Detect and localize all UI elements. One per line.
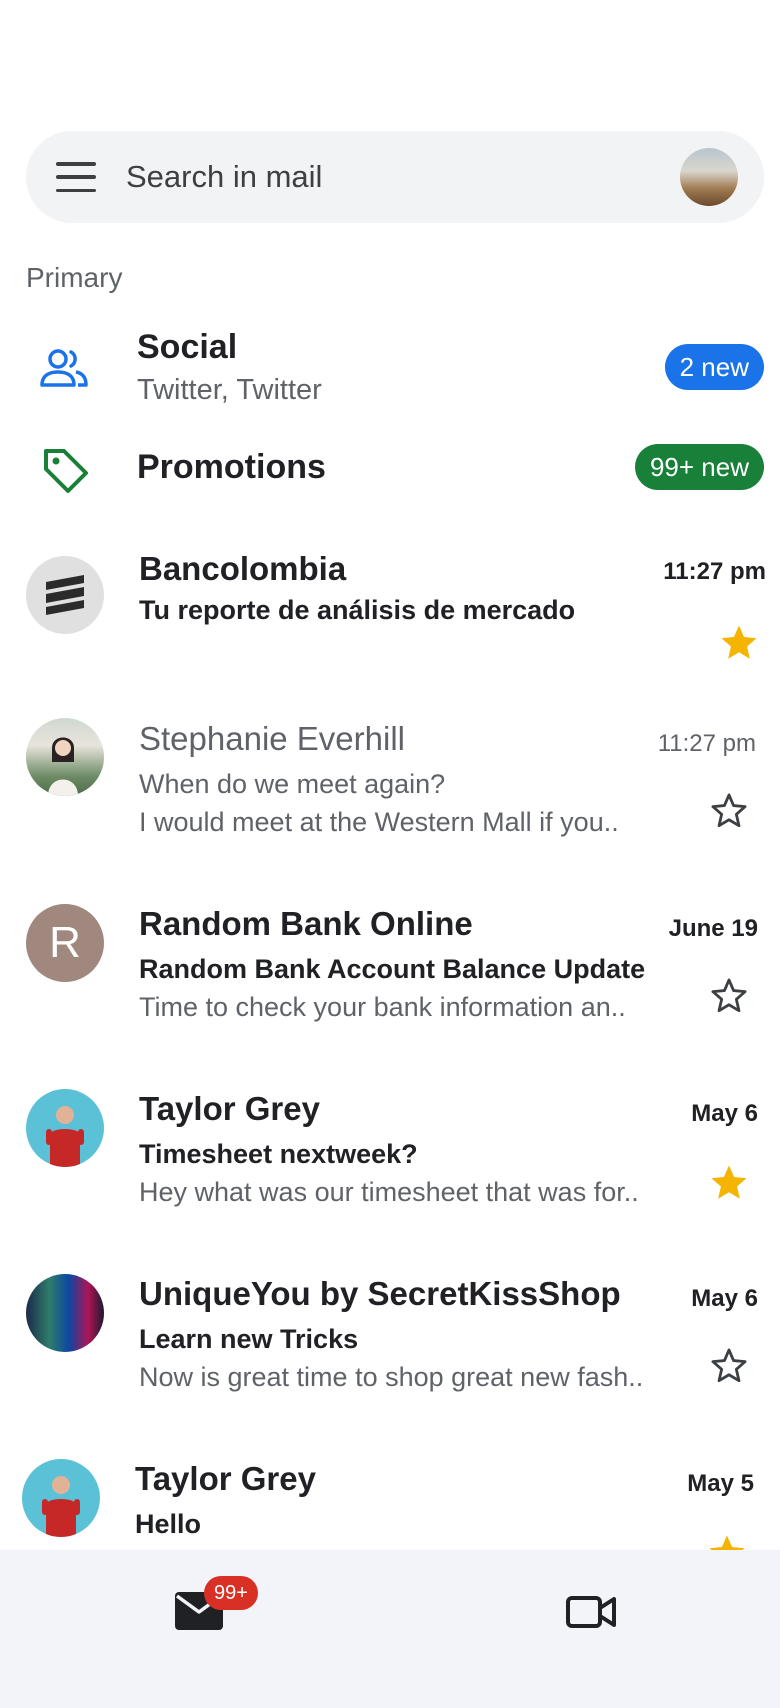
sender-name: Taylor Grey <box>135 1460 316 1497</box>
star-outline-icon[interactable] <box>708 790 750 832</box>
search-input[interactable]: Search in mail <box>126 159 680 195</box>
category-title: Promotions <box>137 448 326 486</box>
mail-subject: Learn new Tricks <box>139 1324 359 1354</box>
sender-name: Stephanie Everhill <box>139 720 405 757</box>
sender-avatar <box>26 1089 104 1167</box>
video-camera-icon[interactable] <box>565 1590 617 1632</box>
mail-subject: Hello <box>135 1509 202 1539</box>
mail-list-item[interactable]: Bancolombia 11:27 pm Tu reporte de análi… <box>0 540 780 725</box>
sender-name: Random Bank Online <box>139 905 473 942</box>
category-promotions[interactable]: Promotions 99+ new <box>0 440 780 500</box>
star-outline-icon[interactable] <box>708 975 750 1017</box>
mail-list-item[interactable]: Stephanie Everhill 11:27 pm When do we m… <box>0 712 780 897</box>
star-outline-icon[interactable] <box>708 1345 750 1387</box>
sender-avatar <box>22 1459 100 1537</box>
mail-snippet: Now is great time to shop great new fash… <box>139 1362 644 1392</box>
category-title: Social <box>137 328 238 366</box>
mail-list-item[interactable]: UniqueYou by SecretKissShop May 6 Learn … <box>0 1267 780 1452</box>
sender-name: UniqueYou by SecretKissShop <box>139 1275 621 1312</box>
mail-subject: Random Bank Account Balance Update <box>139 954 646 984</box>
new-count-badge: 2 new <box>664 344 764 390</box>
mail-list-item[interactable]: Taylor Grey May 6 Timesheet nextweek? He… <box>0 1082 780 1267</box>
mail-subject: When do we meet again? <box>139 769 446 799</box>
mail-snippet: Time to check your bank information an.. <box>139 992 626 1022</box>
mail-time: May 6 <box>691 1100 758 1127</box>
mail-subject: Timesheet nextweek? <box>139 1139 418 1169</box>
mail-time: 11:27 pm <box>663 558 766 585</box>
people-icon <box>40 349 88 387</box>
category-social[interactable]: Social Twitter, Twitter 2 new <box>0 320 780 420</box>
mail-snippet: Hey what was our timesheet that was for.… <box>139 1177 639 1207</box>
section-label-primary: Primary <box>26 262 123 293</box>
new-count-badge: 99+ new <box>634 444 764 490</box>
mail-snippet: I would meet at the Western Mall if you.… <box>139 807 619 837</box>
mail-time: 11:27 pm <box>657 730 756 757</box>
mail-list-item[interactable]: R Random Bank Online June 19 Random Bank… <box>0 897 780 1082</box>
tag-icon <box>44 449 88 493</box>
sender-avatar: R <box>26 904 104 982</box>
star-filled-icon[interactable] <box>708 1162 750 1204</box>
mail-list-item[interactable]: Taylor Grey May 5 Hello <box>0 1452 780 1550</box>
mail-subject: Tu reporte de análisis de mercado <box>139 595 576 625</box>
account-avatar[interactable] <box>680 148 738 206</box>
category-subtitle: Twitter, Twitter <box>137 374 322 406</box>
bottom-navigation: 99+ <box>0 1550 780 1708</box>
sender-name: Taylor Grey <box>139 1090 320 1127</box>
mail-time: May 6 <box>691 1285 758 1312</box>
avatar-letter: R <box>49 918 81 967</box>
mail-time: May 5 <box>687 1470 754 1497</box>
mail-unread-badge: 99+ <box>204 1576 258 1610</box>
bancolombia-logo-icon <box>46 575 84 615</box>
star-filled-icon[interactable] <box>718 622 760 664</box>
sender-avatar <box>26 718 104 796</box>
sender-name: Bancolombia <box>139 550 347 587</box>
star-filled-icon[interactable] <box>706 1532 748 1550</box>
mail-time: June 19 <box>668 915 758 942</box>
search-bar[interactable]: Search in mail <box>26 131 764 223</box>
sender-avatar <box>26 1274 104 1352</box>
hamburger-menu-icon[interactable] <box>56 162 96 192</box>
sender-avatar <box>26 556 104 634</box>
